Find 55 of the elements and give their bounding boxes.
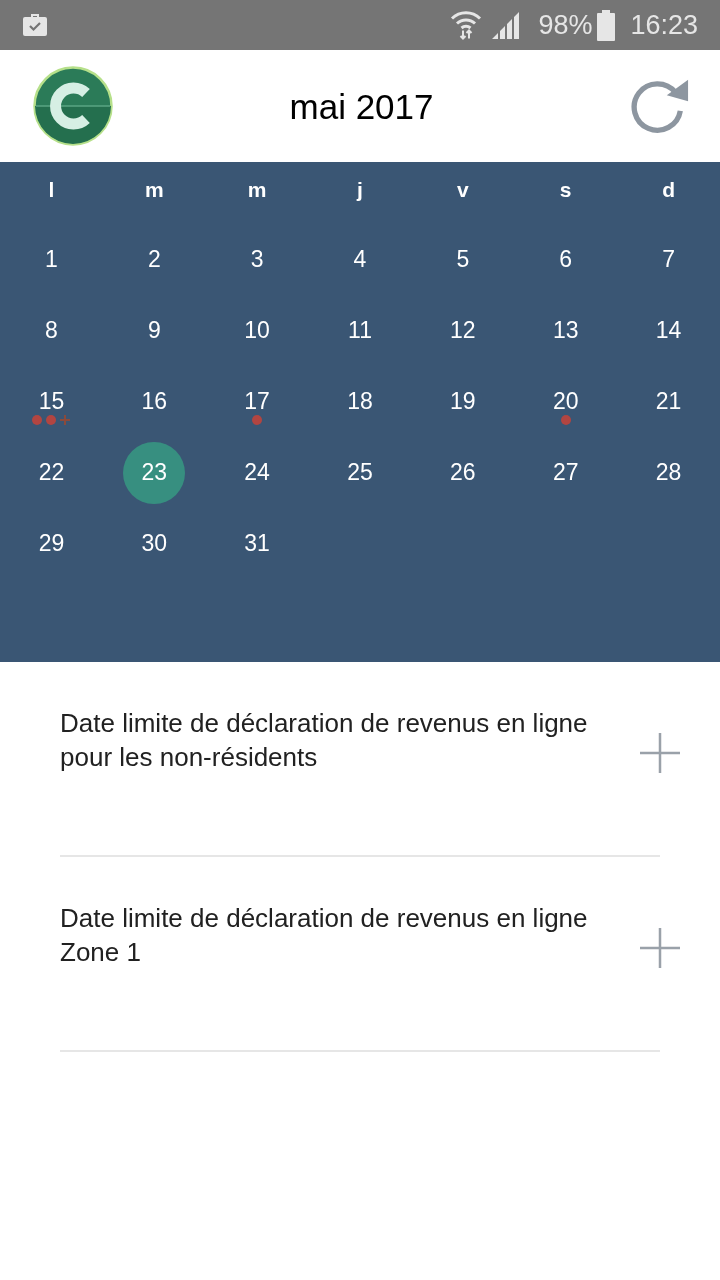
calendar-day[interactable]: 3 xyxy=(250,248,264,271)
briefcase-check-icon xyxy=(22,12,48,38)
calendar-day[interactable]: 9 xyxy=(147,319,161,342)
calendar-day[interactable]: 20 xyxy=(552,390,579,413)
calendar-day[interactable]: 23 xyxy=(123,441,186,504)
calendar-day[interactable]: 30 xyxy=(141,532,168,555)
calendar-day[interactable]: 2 xyxy=(147,248,161,271)
clock-time: 16:23 xyxy=(630,11,698,39)
calendar-day[interactable]: 22 xyxy=(38,461,65,484)
event-title[interactable]: Date limite de déclaration de revenus en ligne pour les non-résidents xyxy=(60,662,630,774)
calendar-day[interactable]: 4 xyxy=(353,248,367,271)
weekday-label: j xyxy=(357,178,363,200)
calendar-day[interactable]: 28 xyxy=(655,461,682,484)
calendar-day[interactable]: 17 xyxy=(244,390,270,413)
calendar-day[interactable]: 1 xyxy=(45,248,58,271)
calendar-day[interactable]: 13 xyxy=(552,319,579,342)
wifi-icon xyxy=(450,9,483,41)
calendar-day[interactable]: 31 xyxy=(244,532,270,555)
calendar-day[interactable]: 6 xyxy=(559,248,573,271)
calendar-day[interactable]: 21 xyxy=(655,390,682,413)
calendar-day[interactable]: 27 xyxy=(552,461,579,484)
calendar-day[interactable]: 14 xyxy=(655,319,682,342)
calendar-day[interactable]: 7 xyxy=(662,248,675,271)
plus-icon xyxy=(60,415,71,425)
calendar-day[interactable]: 18 xyxy=(347,390,373,413)
calendar-day[interactable]: 19 xyxy=(450,390,476,413)
plus-icon[interactable] xyxy=(640,928,680,968)
logo-icon xyxy=(33,66,113,146)
calendar-day[interactable]: 16 xyxy=(141,390,168,413)
battery-icon xyxy=(597,9,616,41)
calendar-day[interactable]: 26 xyxy=(450,461,476,484)
weekday-label: s xyxy=(559,178,572,200)
event-dot-icon xyxy=(46,415,57,425)
calendar-day[interactable]: 24 xyxy=(244,461,270,484)
calendar-day[interactable]: 25 xyxy=(347,461,373,484)
calendar-day[interactable]: 15 xyxy=(38,390,65,413)
calendar-day[interactable]: 11 xyxy=(348,319,372,342)
signal-icon xyxy=(492,11,521,39)
calendar-day[interactable]: 5 xyxy=(456,248,470,271)
event-dot-icon xyxy=(32,415,43,425)
calendar-day[interactable]: 10 xyxy=(244,319,270,342)
battery-percent: 98% xyxy=(538,11,593,39)
calendar-day[interactable]: 8 xyxy=(45,319,58,342)
event-dot-icon xyxy=(560,415,571,425)
calendar-day[interactable]: 29 xyxy=(38,532,65,555)
plus-icon[interactable] xyxy=(640,733,680,773)
weekday-label: d xyxy=(662,178,675,200)
month-title: mai 2017 xyxy=(289,88,434,124)
weekday-label: m xyxy=(144,178,164,200)
event-dot-icon xyxy=(252,415,263,425)
weekday-label: v xyxy=(457,178,469,200)
weekday-label: l xyxy=(48,178,55,200)
calendar-day[interactable]: 12 xyxy=(450,319,476,342)
weekday-label: m xyxy=(247,178,267,200)
event-title[interactable]: Date limite de déclaration de revenus en ligne Zone 1 xyxy=(60,857,630,969)
